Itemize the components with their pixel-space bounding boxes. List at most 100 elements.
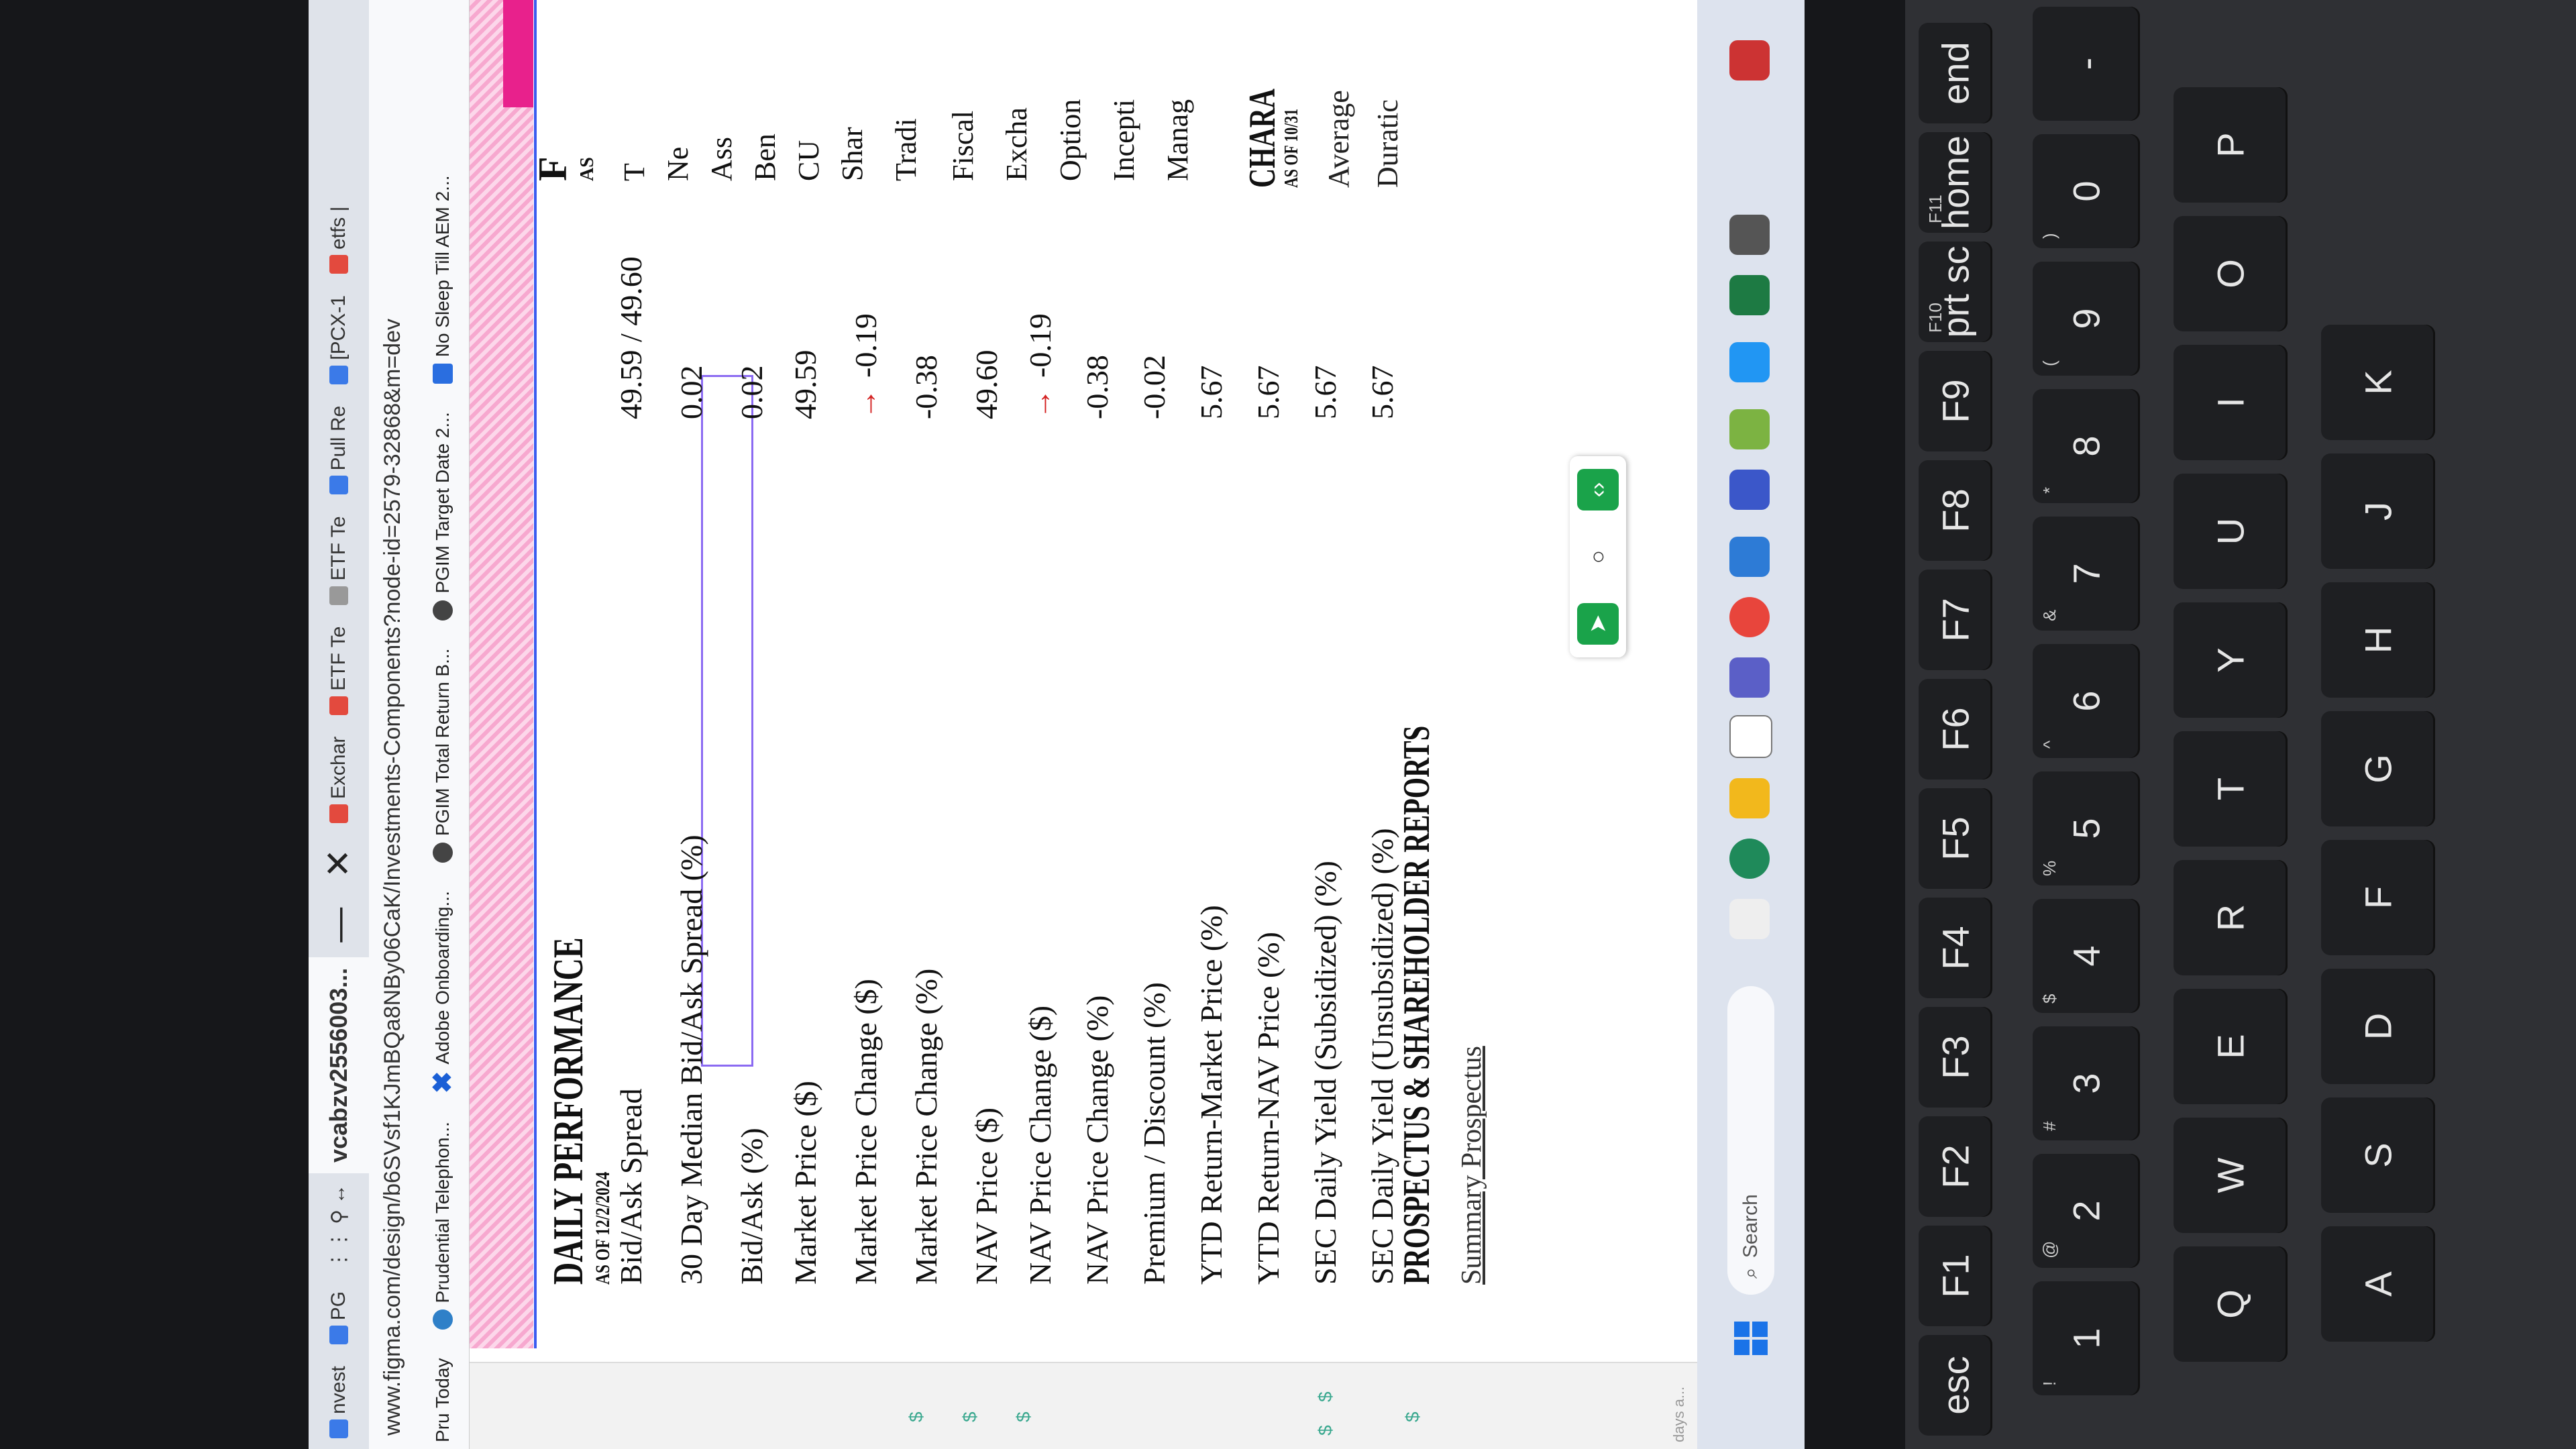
number-key[interactable]: 0) — [2033, 134, 2140, 248]
variable-icon[interactable]: $ — [1315, 1425, 1336, 1436]
calculator-icon[interactable] — [1729, 715, 1772, 758]
fn-key[interactable]: home F11 — [1919, 132, 1992, 233]
fund-fact-label: Tradi — [890, 118, 922, 181]
excel-icon[interactable] — [1729, 275, 1770, 315]
key-label: J — [2357, 502, 2400, 521]
store-icon[interactable] — [1729, 778, 1770, 818]
variable-icon[interactable]: $ — [906, 1411, 927, 1422]
number-key[interactable]: 1! — [2033, 1281, 2140, 1395]
address-bar[interactable]: www.figma.com/design/b6SVsf1KJmBQa8NBy06… — [369, 0, 416, 1449]
number-key[interactable]: 6 ^ — [2033, 644, 2140, 758]
letter-key[interactable]: Q — [2174, 1246, 2288, 1362]
adobe-icon — [329, 804, 348, 824]
minimize-button[interactable]: — — [319, 893, 359, 957]
tab-etf-1[interactable]: ETF Te — [309, 616, 369, 726]
tab-pg[interactable]: PG — [309, 1281, 369, 1355]
letter-key[interactable]: I — [2174, 345, 2288, 460]
summary-prospectus-link[interactable]: Summary Prospectus — [1456, 1046, 1488, 1285]
letter-key[interactable]: R — [2174, 860, 2288, 975]
number-key[interactable]: 8 * — [2033, 389, 2140, 503]
number-key[interactable]: 4 $ — [2033, 899, 2140, 1013]
letter-key[interactable]: S — [2321, 1097, 2435, 1213]
letter-key[interactable]: T — [2174, 731, 2288, 847]
letter-key[interactable]: P — [2174, 87, 2288, 203]
letter-key[interactable]: J — [2321, 453, 2435, 569]
tab-split-view[interactable]: ⋮⋮ ⚲ ↔ — [309, 1173, 369, 1281]
letter-key[interactable]: D — [2321, 969, 2435, 1084]
fn-key[interactable]: prt sc F10 — [1919, 241, 1992, 342]
tab-exchange[interactable]: Exchar — [309, 726, 369, 834]
fn-key[interactable]: F9 — [1919, 351, 1992, 451]
metric-value: 0.02 — [674, 366, 709, 420]
letter-key[interactable]: H — [2321, 582, 2435, 698]
edge-icon[interactable] — [1729, 839, 1770, 879]
fn-key[interactable]: F6 — [1919, 679, 1992, 780]
fn-key[interactable]: end — [1919, 23, 1992, 123]
letter-key[interactable]: A — [2321, 1226, 2435, 1342]
number-key[interactable]: 2 @ — [2033, 1154, 2140, 1268]
tab-etf-2[interactable]: ETF Te — [309, 505, 369, 615]
comment-icon[interactable]: ○ — [1577, 536, 1619, 578]
bookmark-no-sleep-aem[interactable]: No Sleep Till AEM 2... — [432, 175, 453, 384]
fn-key[interactable]: F5 — [1919, 788, 1992, 889]
dev-mode-icon[interactable]: ‹› — [1577, 469, 1619, 511]
metric-value-text: -0.19 — [1023, 313, 1057, 378]
letter-key[interactable]: K — [2321, 325, 2435, 440]
chrome-icon[interactable] — [1729, 597, 1770, 637]
number-key[interactable]: 3 # — [2033, 1026, 2140, 1140]
cursor-tool-icon[interactable]: ➤ — [1577, 603, 1619, 645]
url-text[interactable]: www.figma.com/design/b6SVsf1KJmBQa8NBy06… — [380, 319, 406, 1449]
bookmark-pru-today[interactable]: Pru Today — [432, 1358, 453, 1442]
fn-key[interactable]: F8 — [1919, 460, 1992, 561]
variable-icon[interactable]: $ — [1402, 1411, 1424, 1422]
fn-key[interactable]: F1 — [1919, 1226, 1992, 1326]
fn-key[interactable]: F2 — [1919, 1116, 1992, 1217]
fn-key[interactable]: F7 — [1919, 570, 1992, 670]
letter-key[interactable]: Y — [2174, 602, 2288, 718]
tab-pull-request[interactable]: Pull Re — [309, 395, 369, 506]
tab-etfs[interactable]: etfs | — [309, 196, 369, 284]
bookmark-adobe-onboarding[interactable]: ✖ Adobe Onboarding... — [427, 891, 458, 1093]
letter-key[interactable]: E — [2174, 989, 2288, 1104]
fn-key[interactable]: F4 — [1919, 898, 1992, 998]
outlook-icon[interactable] — [1729, 537, 1770, 577]
key-label: Q — [2209, 1289, 2252, 1319]
bookmark-prudential-telephone[interactable]: Prudential Telephon... — [432, 1122, 453, 1330]
letter-key[interactable]: W — [2174, 1118, 2288, 1233]
windows-taskbar: ⌕ Search — [1697, 0, 1805, 1449]
number-key[interactable]: 9( — [2033, 262, 2140, 376]
characteristics-as-of: AS OF 10/31 — [1281, 108, 1302, 188]
teams-chat-icon[interactable] — [1729, 470, 1770, 510]
fn-key[interactable]: esc — [1919, 1335, 1992, 1436]
tab-figma-active[interactable]: vcabzv2556003... — [309, 957, 369, 1173]
file-explorer-icon[interactable] — [1729, 899, 1770, 939]
letter-key[interactable]: G — [2321, 711, 2435, 826]
number-key[interactable]: 7 & — [2033, 517, 2140, 631]
variable-icon[interactable]: $ — [1013, 1411, 1034, 1422]
figma-canvas[interactable]: $ $ $ $ $ $ days a... DAILY PERFORMANCE … — [470, 0, 1697, 1449]
bookmark-pgim-total-return[interactable]: PGIM Total Return B... — [432, 649, 453, 863]
letter-key[interactable]: O — [2174, 216, 2288, 331]
windows-start-icon[interactable] — [1734, 1322, 1768, 1355]
tab-favicon-icon — [329, 1419, 348, 1438]
tab-invest[interactable]: nvest — [309, 1355, 369, 1449]
taskbar-search[interactable]: ⌕ Search — [1727, 986, 1774, 1295]
number-key[interactable]: 5% — [2033, 771, 2140, 885]
key-label: F2 — [1934, 1144, 1977, 1189]
metric-label: Market Price Change ($) — [849, 978, 883, 1285]
annotation-hatch-band — [470, 0, 533, 1348]
letter-key[interactable]: F — [2321, 840, 2435, 955]
snipping-icon[interactable] — [1729, 215, 1770, 255]
number-key[interactable]: - — [2033, 7, 2140, 121]
variable-icon[interactable]: $ — [959, 1411, 981, 1422]
system-tray-icon[interactable] — [1729, 40, 1770, 80]
visual-studio-icon[interactable] — [1729, 342, 1770, 382]
tab-pcx[interactable]: [PCX-1 — [309, 284, 369, 395]
fn-key[interactable]: F3 — [1919, 1007, 1992, 1108]
letter-key[interactable]: U — [2174, 474, 2288, 589]
bookmark-pgim-target-date[interactable]: PGIM Target Date 2... — [432, 412, 453, 621]
close-button[interactable]: ✕ — [319, 834, 359, 893]
variable-icon[interactable]: $ — [1315, 1391, 1336, 1402]
teams-icon[interactable] — [1729, 657, 1770, 698]
calendar-icon[interactable] — [1729, 409, 1770, 449]
